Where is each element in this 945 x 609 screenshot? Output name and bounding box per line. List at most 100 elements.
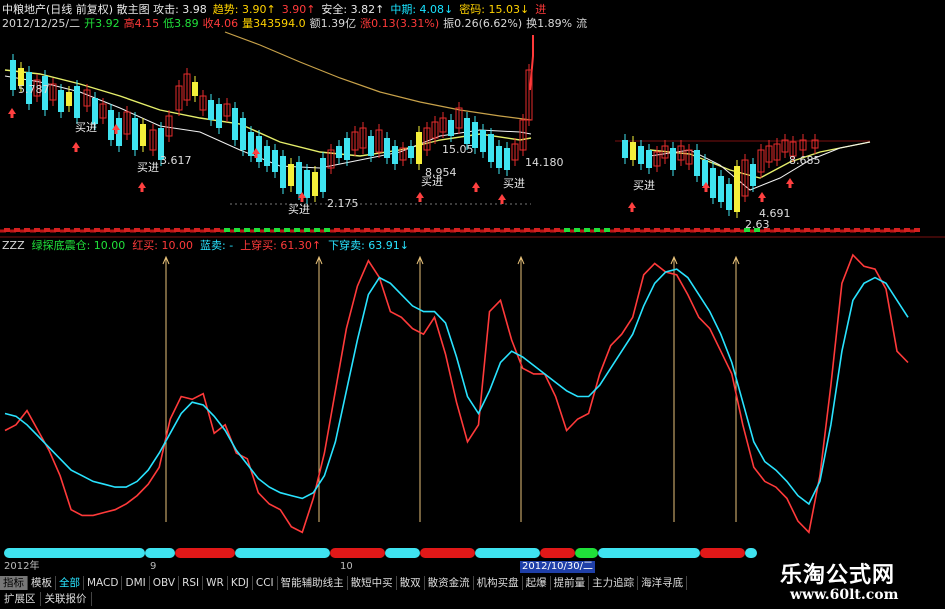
tab-6[interactable]: RSI: [179, 576, 204, 590]
signal-dash: [144, 228, 150, 232]
buy-arrow-icon: [72, 142, 80, 148]
signal-dash: [844, 228, 850, 232]
buy-arrow-stem: [474, 188, 478, 192]
candle-body: [192, 82, 198, 96]
signal-dash: [594, 228, 600, 232]
signal-dash: [584, 228, 590, 232]
signal-dash: [444, 228, 450, 232]
tab-12[interactable]: 散双: [396, 576, 425, 590]
signal-dash: [674, 228, 680, 232]
candle-body: [280, 156, 286, 188]
signal-dash: [484, 228, 490, 232]
signal-dash: [874, 228, 880, 232]
signal-dash: [434, 228, 440, 232]
signal-dash: [804, 228, 810, 232]
signal-dash: [914, 228, 920, 232]
signal-dash: [664, 228, 670, 232]
candle-body: [718, 176, 724, 202]
buy-arrow-stem: [10, 114, 14, 118]
status-band-segment: [145, 548, 175, 558]
signal-dash: [164, 228, 170, 232]
signal-dash: [544, 228, 550, 232]
candle-body: [132, 118, 138, 150]
signal-dash: [474, 228, 480, 232]
signal-dash: [784, 228, 790, 232]
signal-dash: [254, 228, 260, 232]
tab-13[interactable]: 散资金流: [424, 576, 474, 590]
header-field: 涨0.13(3.31%): [360, 17, 440, 30]
signal-dash: [354, 228, 360, 232]
signal-dash: [574, 228, 580, 232]
indicator-line-下穿卖: [4, 268, 909, 506]
signal-dash: [44, 228, 50, 232]
signal-dash: [734, 228, 740, 232]
tab-8[interactable]: KDJ: [227, 576, 253, 590]
signal-dash: [634, 228, 640, 232]
signal-dash: [64, 228, 70, 232]
candle-body: [140, 124, 146, 146]
tab-9[interactable]: CCI: [252, 576, 278, 590]
status-band-segment: [540, 548, 575, 558]
price-label: 3.617: [160, 154, 192, 167]
header-field: 换1.89%: [526, 17, 573, 30]
tab-3[interactable]: MACD: [84, 576, 123, 590]
header-field: ZZZ: [2, 239, 25, 252]
candle-body: [638, 146, 644, 164]
indicator-header: ZZZ 绿探底震仓: 10.00 红买: 10.00 蓝卖: - 上穿买: 61.30↑…: [2, 240, 416, 252]
candle-body: [488, 134, 494, 162]
indicator-tabs: 指标 模板 全部 MACD DMI OBV RSI WR KDJ CCI 智能辅助线主 散短中买 散双散…: [0, 576, 688, 590]
tab-0[interactable]: 指标: [0, 576, 28, 590]
tab-2[interactable]: 全部: [56, 576, 84, 590]
buy-arrow-icon: [498, 194, 506, 200]
tab-4[interactable]: DMI: [122, 576, 150, 590]
buy-arrow-icon: [416, 192, 424, 198]
signal-dash: [494, 228, 500, 232]
indicator-line-上穿买: [4, 253, 909, 534]
candle-body: [74, 86, 80, 118]
header-field: 绿探底震仓: 10.00: [31, 239, 126, 252]
tab-15[interactable]: 起爆: [522, 576, 551, 590]
price-label: 8.685: [789, 154, 821, 167]
tab-16[interactable]: 提前量: [550, 576, 590, 590]
tab-18[interactable]: 海洋寻底: [638, 576, 688, 590]
signal-dash: [24, 228, 30, 232]
bottom-tabs: 扩展区 关联报价: [0, 592, 92, 606]
buy-arrow-stem: [140, 188, 144, 192]
candle-body: [464, 118, 470, 144]
selected-date: 2012/10/30/二: [520, 561, 596, 573]
candle-body: [304, 170, 310, 198]
status-band-segment: [700, 548, 745, 558]
signal-dash: [94, 228, 100, 232]
tab-7[interactable]: WR: [203, 576, 228, 590]
candle-body: [734, 166, 740, 212]
buy-arrow-icon: [628, 202, 636, 208]
price-label: 15.05: [442, 143, 474, 156]
date-year: 2012年: [4, 561, 40, 572]
bottom-tab-0[interactable]: 扩展区: [0, 592, 41, 606]
tab-1[interactable]: 模板: [28, 576, 56, 590]
tab-11[interactable]: 散短中买: [347, 576, 397, 590]
stock-chart[interactable]: [0, 0, 945, 609]
buy-arrow-stem: [500, 200, 504, 204]
tab-14[interactable]: 机构买盘: [473, 576, 523, 590]
signal-dash: [4, 228, 10, 232]
status-band-segment: [420, 548, 475, 558]
signal-dash: [904, 228, 910, 232]
header-field: 安全: 3.82↑: [321, 3, 385, 16]
tab-17[interactable]: 主力追踪: [589, 576, 639, 590]
bottom-tab-1[interactable]: 关联报价: [40, 592, 92, 606]
signal-dash: [54, 228, 60, 232]
candle-body: [10, 60, 16, 90]
status-band-segment: [235, 548, 330, 558]
signal-dash: [644, 228, 650, 232]
tab-5[interactable]: OBV: [149, 576, 180, 590]
status-band-segment: [175, 548, 235, 558]
signal-dash: [684, 228, 690, 232]
tab-10[interactable]: 智能辅助线主: [277, 576, 348, 590]
signal-dash: [894, 228, 900, 232]
candle-body: [504, 148, 510, 170]
header-field: 红买: 10.00: [132, 239, 194, 252]
candle-body: [750, 164, 756, 186]
status-band-segment: [598, 548, 700, 558]
candle-body: [336, 146, 342, 158]
